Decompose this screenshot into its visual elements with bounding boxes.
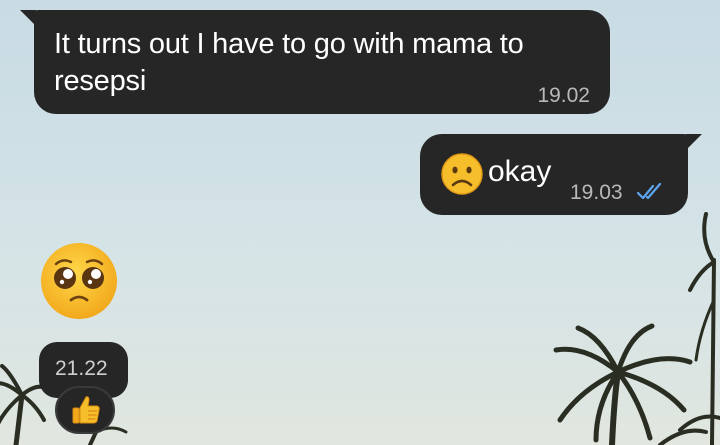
message-timestamp: 19.02	[537, 84, 590, 107]
message-text: It turns out I have to go with mama to r…	[54, 28, 524, 97]
frowning-face-icon	[441, 153, 483, 195]
incoming-message-bubble[interactable]: It turns out I have to go with mama to r…	[20, 10, 610, 114]
outgoing-message-bubble[interactable]: okay 19.03	[420, 134, 702, 215]
thumbs-up-icon	[72, 396, 100, 424]
message-timestamp: 19.03	[570, 181, 623, 204]
pleading-face-emoji-message[interactable]	[38, 240, 120, 322]
reaction-badge[interactable]	[55, 386, 115, 434]
message-text: okay	[488, 155, 552, 188]
double-check-icon	[636, 182, 662, 200]
message-timestamp: 21.22	[55, 357, 108, 380]
